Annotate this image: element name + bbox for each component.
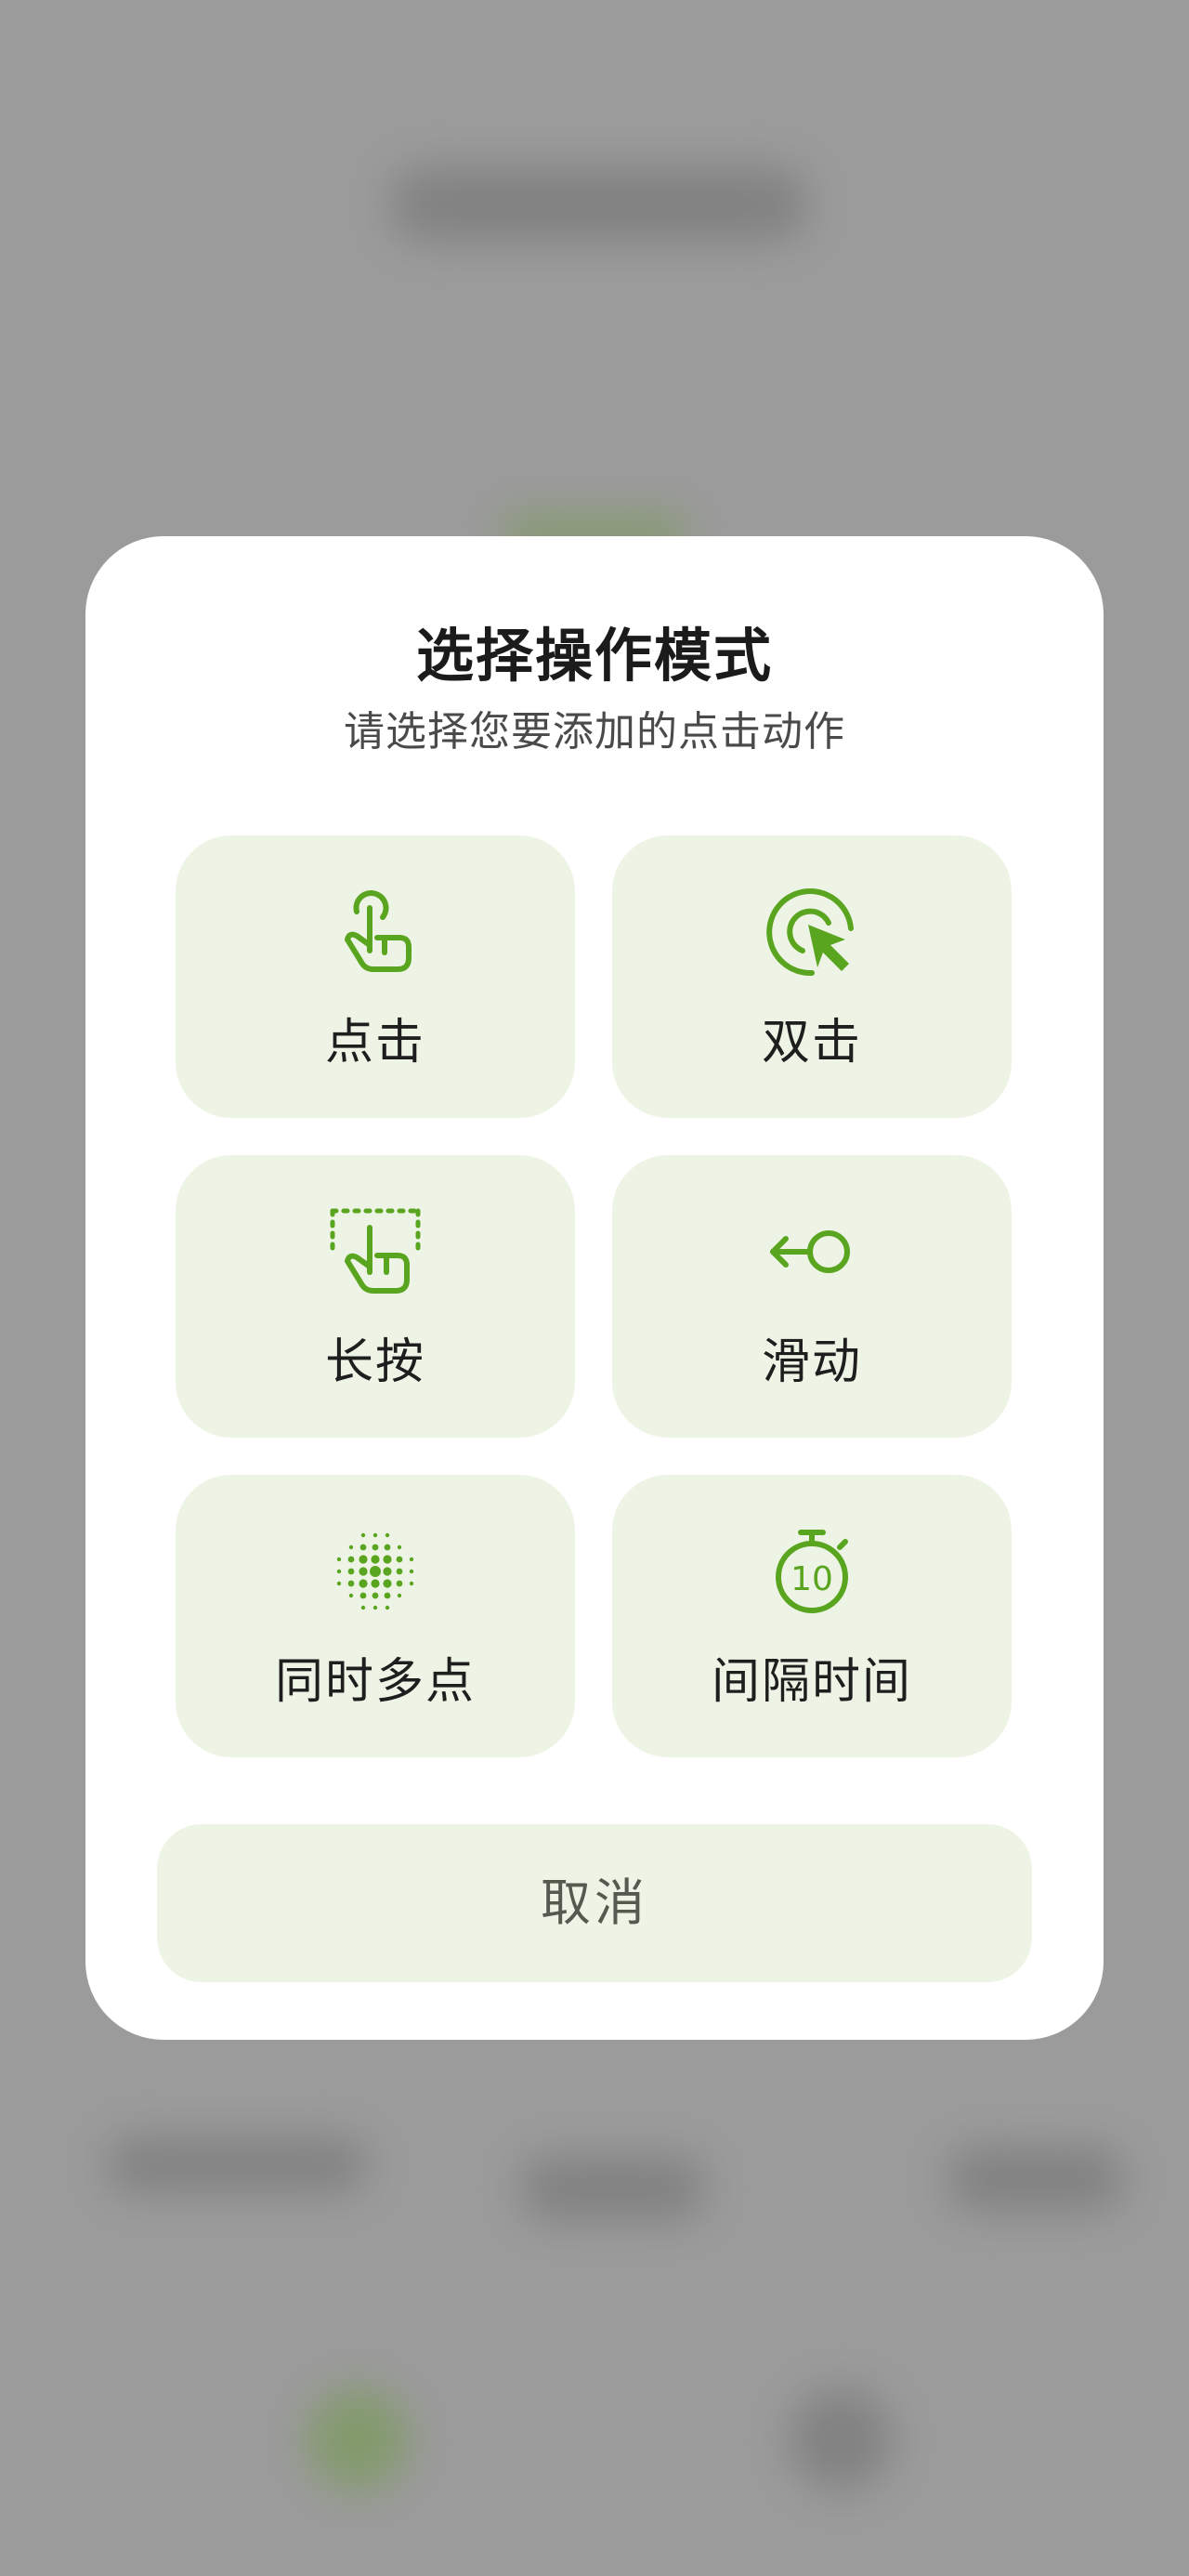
multi-point-dot — [348, 1544, 354, 1550]
long-press-icon — [330, 1208, 421, 1294]
multi-point-dot — [397, 1544, 402, 1550]
operation-mode-dialog: 选择操作模式 请选择您要添加的点击动作 点击 双击 长按 滑动 同时多点 10 … — [85, 536, 1104, 2040]
multi-point-dot — [384, 1544, 391, 1551]
multi-point-dot — [409, 1581, 414, 1586]
multi-point-dot — [371, 1579, 380, 1588]
background-left-button-blur — [307, 2388, 409, 2491]
multi-point-dot — [347, 1556, 355, 1563]
multi-point-dot — [336, 1581, 342, 1586]
option-swipe-label: 滑动 — [761, 1334, 862, 1390]
timer-icon-number: 10 — [790, 1560, 833, 1598]
option-interval-label: 间隔时间 — [711, 1654, 912, 1710]
background-right-button-blur — [790, 2388, 892, 2491]
option-tap-label: 点击 — [324, 1015, 425, 1071]
multi-point-dot — [359, 1579, 368, 1588]
multi-point-dot — [359, 1555, 368, 1564]
multi-point-dot — [372, 1544, 379, 1551]
multi-point-dot — [385, 1605, 390, 1610]
cancel-button[interactable]: 取消 — [157, 1824, 1032, 1982]
swipe-icon — [770, 1230, 850, 1273]
background-right-text-blur — [947, 2147, 1124, 2212]
option-swipe[interactable]: 滑动 — [612, 1155, 1012, 1438]
option-multi-point[interactable]: 同时多点 — [176, 1475, 575, 1757]
background-center-text-blur — [520, 2156, 706, 2221]
multi-point-dot — [396, 1556, 403, 1563]
multi-point-icon — [336, 1532, 414, 1610]
multi-point-dot — [359, 1544, 367, 1551]
multi-point-dot — [371, 1555, 380, 1564]
multi-point-dot — [383, 1555, 392, 1564]
multi-point-dot — [372, 1532, 378, 1538]
multi-point-dot — [372, 1605, 378, 1610]
option-interval[interactable]: 10 间隔时间 — [612, 1475, 1012, 1757]
multi-point-dot — [336, 1557, 342, 1562]
multi-point-dot — [409, 1569, 414, 1574]
multi-point-dot — [396, 1568, 403, 1575]
multi-point-dot — [336, 1569, 342, 1574]
double-tap-icon — [766, 888, 854, 977]
option-multi-point-label: 同时多点 — [274, 1654, 476, 1710]
multi-point-dot — [383, 1579, 392, 1588]
multi-point-dot — [372, 1592, 379, 1599]
multi-point-dot — [347, 1580, 355, 1587]
multi-point-dot — [359, 1567, 368, 1576]
option-tap[interactable]: 点击 — [176, 835, 575, 1118]
background-title-blur — [390, 167, 808, 242]
background-left-text-blur — [107, 2137, 367, 2193]
dialog-subtitle: 请选择您要添加的点击动作 — [344, 708, 845, 756]
multi-point-dot — [370, 1566, 381, 1577]
option-double-tap-label: 双击 — [761, 1015, 862, 1071]
multi-point-dot — [348, 1593, 354, 1598]
multi-point-dot — [397, 1593, 402, 1598]
option-long-press[interactable]: 长按 — [176, 1155, 575, 1438]
multi-point-dot — [384, 1592, 391, 1599]
multi-point-dot — [385, 1532, 390, 1538]
multi-point-dot — [383, 1567, 392, 1576]
dialog-title: 选择操作模式 — [415, 622, 773, 690]
multi-point-dot — [360, 1605, 366, 1610]
multi-point-dot — [396, 1580, 403, 1587]
multi-point-dot — [347, 1568, 355, 1575]
app-screen: 选择操作模式 请选择您要添加的点击动作 点击 双击 长按 滑动 同时多点 10 … — [0, 0, 1189, 2576]
tap-icon — [345, 890, 412, 972]
multi-point-dot — [359, 1592, 367, 1599]
multi-point-dot — [409, 1557, 414, 1562]
option-long-press-label: 长按 — [324, 1334, 425, 1390]
multi-point-dot — [360, 1532, 366, 1538]
option-double-tap[interactable]: 双击 — [612, 835, 1012, 1118]
timer-icon: 10 — [776, 1530, 848, 1613]
